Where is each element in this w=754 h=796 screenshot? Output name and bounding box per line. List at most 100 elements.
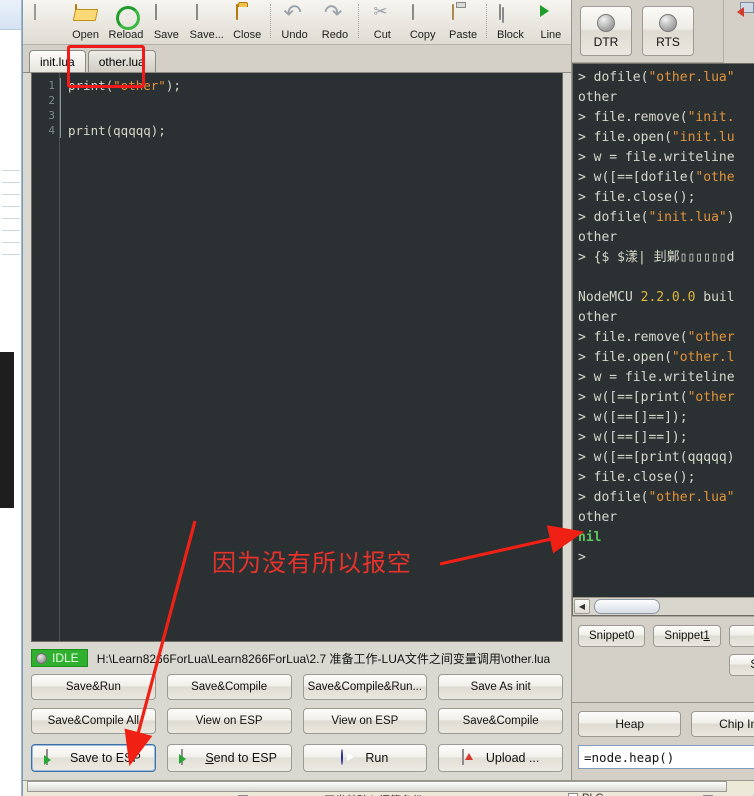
close-connection-button[interactable]: Close [736, 2, 754, 17]
snippet1-button[interactable]: Snippet1 [653, 625, 721, 647]
toolbar-button-save[interactable]: Save [146, 2, 186, 44]
tab-init-lua[interactable]: init.lua [29, 50, 86, 72]
reload-icon [115, 5, 137, 27]
folder-open-icon [74, 4, 97, 27]
toolbar-button-redo[interactable]: Redo [315, 2, 355, 44]
rts-toggle-button[interactable]: RTS [642, 6, 694, 56]
code-token: > w([==[dofile( [578, 170, 696, 185]
main-split: Open Reload Save Save... Close Undo Redo… [23, 0, 754, 780]
toolbar-label: Redo [321, 29, 349, 41]
toolbar-label: Save... [189, 29, 224, 41]
chip-info-button[interactable]: Chip Info [691, 711, 754, 737]
code-token: > file.remove( [578, 110, 688, 125]
code-token: > w([==[print(qqqqq) [578, 450, 735, 465]
toolbar-separator [270, 4, 272, 38]
heap-button[interactable]: Heap [578, 711, 682, 737]
code-token: > file.remove( [578, 330, 688, 345]
toolbar-button-undo[interactable]: Undo [274, 2, 314, 44]
console-line: other [578, 228, 754, 248]
console-line: > w([==[dofile("othe [578, 168, 754, 188]
save-as-init-button[interactable]: Save As init [438, 674, 563, 700]
save-to-esp-button[interactable]: Save to ESP [31, 744, 156, 772]
save-compile-all-button[interactable]: Save&Compile All [31, 708, 156, 734]
code-line: print(qqqqq); [68, 123, 562, 138]
info-and-command-panel: Heap Chip Info =node.heap() [572, 702, 754, 780]
code-token: > dofile( [578, 490, 649, 505]
toolbar-button-open[interactable]: Open [65, 2, 105, 44]
console-line: > w = file.writeline [578, 148, 754, 168]
toolbar-button-save-as[interactable]: Save... [187, 2, 227, 44]
save-to-esp-icon [45, 749, 62, 766]
console-line: > file.open("other.l [578, 348, 754, 368]
code-token: print(qqqqq); [68, 123, 166, 138]
code-token: ) [726, 210, 735, 225]
toolbar-label: Block [497, 29, 524, 41]
toolbar-button-copy[interactable]: Copy [403, 2, 443, 44]
bottom-scrollbar[interactable] [27, 781, 727, 792]
bottom-item-3[interactable]: PLC(三菱PLC) [703, 792, 754, 796]
view-on-esp-button-2[interactable]: View on ESP [302, 708, 428, 734]
scroll-left-arrow-icon[interactable]: ◀ [574, 599, 590, 614]
code-token: "other.lua" [648, 490, 735, 505]
save-compile-button-2[interactable]: Save&Compile [438, 708, 563, 734]
snippet3-button[interactable]: Snip [728, 654, 754, 676]
console-line: > file.remove("other [578, 328, 754, 348]
led-indicator-icon [597, 13, 615, 32]
console-line: > w([==[print("other [578, 388, 754, 408]
toolbar-label: Paste [449, 29, 478, 41]
bottom-item-1[interactable]: ESP8266 SDK开发基础入门篇备份 [238, 792, 423, 796]
code-token: > dofile( [578, 70, 649, 85]
view-on-esp-button-1[interactable]: View on ESP [166, 708, 292, 734]
toolbar-button-new[interactable] [25, 2, 65, 44]
scrollbar-thumb[interactable] [594, 599, 660, 614]
code-token: > [578, 550, 586, 565]
code-token: nil [578, 530, 602, 545]
toolbar-button-close[interactable]: Close [227, 2, 267, 44]
save-compile-run-button[interactable]: Save&Compile&Run... [302, 674, 428, 700]
toolbar-button-reload[interactable]: Reload [106, 2, 146, 44]
tab-other-lua[interactable]: other.lua [87, 50, 156, 72]
status-led-icon [36, 652, 47, 664]
snippet-row-2: Snip [578, 654, 754, 676]
toolbar-button-paste[interactable]: Paste [443, 2, 483, 44]
code-token: > file.open( [578, 130, 672, 145]
upload-button[interactable]: Upload ... [438, 744, 563, 772]
console-horizontal-scrollbar[interactable]: ◀ [573, 597, 754, 615]
code-token: other [578, 310, 618, 325]
snippet2-button[interactable]: S [728, 625, 754, 647]
command-input[interactable]: =node.heap() [578, 745, 754, 769]
paste-icon [452, 4, 474, 27]
scissors-icon [371, 5, 393, 27]
editor-toolbar: Open Reload Save Save... Close Undo Redo… [23, 0, 571, 45]
console-area: > dofile("other.lua" other > file.remove("… [572, 63, 754, 616]
snippet0-button[interactable]: Snippet0 [578, 625, 646, 647]
toolbar-label: Save [153, 29, 179, 41]
button-label: Upload ... [485, 751, 540, 765]
toolbar-button-block[interactable]: Block [490, 2, 530, 44]
console-output[interactable]: > dofile("other.lua" other > file.remove("… [573, 64, 754, 597]
toolbar-label: Copy [409, 29, 436, 41]
esplorer-window: Open Reload Save Save... Close Undo Redo… [22, 0, 754, 796]
console-line: > [578, 548, 754, 568]
code-token: "init. [687, 110, 735, 125]
code-token: NodeMCU [578, 290, 641, 305]
line-number: 3 [48, 109, 55, 122]
save-and-compile-button[interactable]: Save&Compile [166, 674, 292, 700]
save-and-run-button[interactable]: Save&Run [31, 674, 156, 700]
code-line: print("other"); [68, 78, 562, 93]
toolbar-button-line[interactable]: Line [531, 2, 571, 44]
toolbar-button-cut[interactable]: Cut [362, 2, 402, 44]
operations-button-grid: Save&Run Save&Compile Save&Compile&Run..… [23, 672, 571, 742]
send-to-esp-button[interactable]: SSend to ESPend to ESP [166, 744, 292, 772]
bottom-item-2[interactable]: PLC [568, 792, 603, 796]
bottom-item-label: ESP8266 SDK开发基础入门篇备份 [252, 792, 423, 796]
console-line: other [578, 308, 754, 328]
save-icon [155, 4, 177, 27]
console-output-wrap[interactable]: > dofile("other.lua" other > file.remove("… [572, 63, 754, 616]
code-token: > file.open( [578, 350, 672, 365]
file-tab-strip: init.lua other.lua [23, 45, 571, 88]
dtr-toggle-button[interactable]: DTR [580, 6, 632, 56]
background-window [0, 0, 22, 796]
run-button[interactable]: Run [302, 744, 428, 772]
operations-row-2: Save&Compile All View on ESP View on ESP… [31, 708, 563, 734]
